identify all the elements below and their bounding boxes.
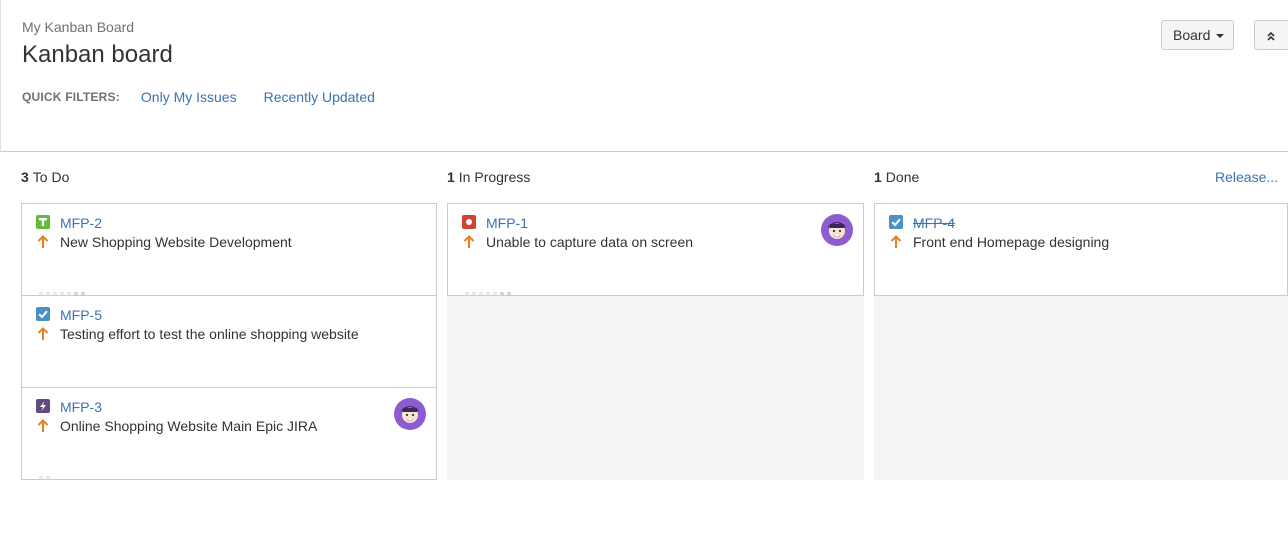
issue-summary: Unable to capture data on screen (486, 234, 694, 250)
caret-down-icon (1216, 34, 1225, 38)
quick-filters-label: QUICK FILTERS: (22, 90, 120, 104)
issue-key[interactable]: MFP-5 (60, 307, 102, 323)
story-icon (36, 215, 50, 229)
task-icon (889, 215, 903, 229)
board-button[interactable]: Board (1161, 20, 1234, 50)
double-chevron-up-icon (1267, 31, 1275, 41)
priority-major-icon (37, 235, 49, 248)
issue-summary: Online Shopping Website Main Epic JIRA (60, 418, 318, 434)
column-name: Done (885, 169, 920, 185)
issue-key[interactable]: MFP-2 (60, 215, 102, 231)
issue-card[interactable]: MFP-5 Testing effort to test the online … (21, 295, 437, 388)
quick-filters: QUICK FILTERS: Only My Issues Recently U… (22, 89, 402, 105)
column-name: In Progress (458, 169, 531, 185)
column-name: To Do (32, 169, 70, 185)
column-header-done: 1 Done (874, 169, 919, 185)
breadcrumb[interactable]: My Kanban Board (22, 19, 134, 35)
priority-major-icon (37, 419, 49, 432)
issue-key[interactable]: MFP-1 (486, 215, 528, 231)
issue-summary: Testing effort to test the online shoppi… (60, 326, 359, 342)
issue-card[interactable]: MFP-3 Online Shopping Website Main Epic … (21, 387, 437, 480)
filter-recently-updated[interactable]: Recently Updated (264, 89, 375, 105)
column-count: 1 (874, 169, 882, 185)
column-count: 3 (21, 169, 29, 185)
column-header-in-progress: 1 In Progress (447, 169, 530, 185)
card-grabber (465, 292, 511, 295)
user-avatar-icon[interactable] (821, 214, 853, 246)
issue-card[interactable]: MFP-1 Unable to capture data on screen (447, 203, 864, 296)
board-button-label: Board (1173, 27, 1211, 43)
priority-major-icon (37, 327, 49, 340)
priority-major-icon (463, 235, 475, 248)
priority-major-icon (890, 235, 902, 248)
filter-only-my-issues[interactable]: Only My Issues (141, 89, 237, 105)
column-count: 1 (447, 169, 455, 185)
user-avatar-icon[interactable] (394, 398, 426, 430)
column-done: MFP-4 Front end Homepage designing (874, 203, 1288, 480)
card-grabber (39, 476, 50, 479)
issue-summary: Front end Homepage designing (913, 234, 1110, 250)
column-in-progress: MFP-1 Unable to capture data on screen (447, 203, 864, 480)
board-header: My Kanban Board Kanban board QUICK FILTE… (0, 0, 1288, 152)
column-todo: MFP-2 New Shopping Website Development M… (21, 203, 437, 480)
issue-summary: New Shopping Website Development (60, 234, 292, 250)
issue-card[interactable]: MFP-2 New Shopping Website Development (21, 203, 437, 296)
bug-icon (462, 215, 476, 229)
issue-key[interactable]: MFP-4 (913, 215, 955, 231)
issue-card[interactable]: MFP-4 Front end Homepage designing (874, 203, 1288, 296)
release-link[interactable]: Release... (1215, 169, 1278, 185)
collapse-header-button[interactable] (1254, 20, 1288, 50)
task-icon (36, 307, 50, 321)
page-title: Kanban board (22, 41, 173, 68)
epic-icon (36, 399, 50, 413)
issue-key[interactable]: MFP-3 (60, 399, 102, 415)
column-header-todo: 3 To Do (21, 169, 69, 185)
